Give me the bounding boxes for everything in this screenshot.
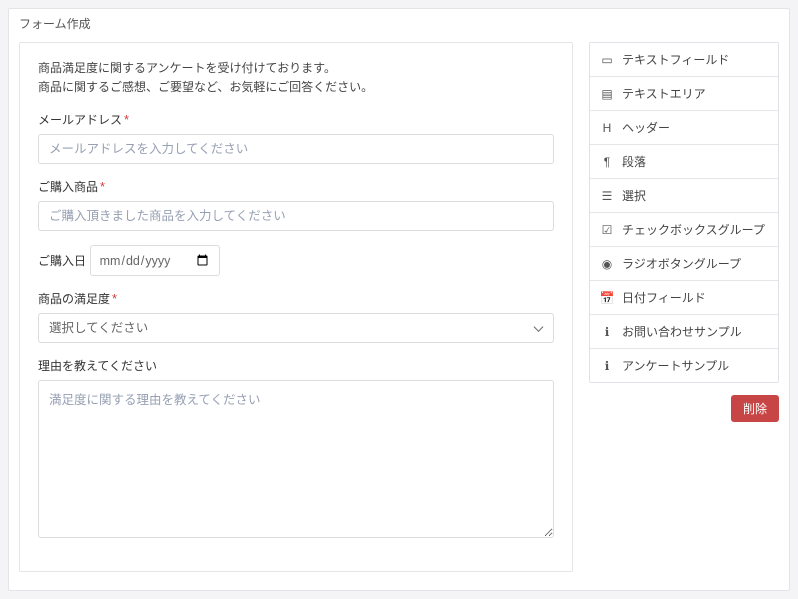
- intro-text: 商品満足度に関するアンケートを受け付けております。 商品に関するご感想、ご要望な…: [38, 59, 554, 97]
- date-input[interactable]: [90, 245, 220, 276]
- tool-item-label: テキストフィールド: [622, 51, 729, 68]
- intro-line-2: 商品に関するご感想、ご要望など、お気軽にご回答ください。: [38, 78, 554, 97]
- tool-item-label: お問い合わせサンプル: [622, 323, 742, 340]
- product-input[interactable]: [38, 201, 554, 231]
- paragraph-icon: ¶: [600, 155, 614, 169]
- required-mark: *: [100, 179, 105, 194]
- tool-item-0[interactable]: ▭ テキストフィールド: [590, 43, 778, 77]
- tool-item-6[interactable]: ◉ ラジオボタングループ: [590, 247, 778, 281]
- form-preview: 商品満足度に関するアンケートを受け付けております。 商品に関するご感想、ご要望な…: [19, 42, 573, 572]
- textarea-icon: ▤: [600, 87, 614, 101]
- tool-item-8[interactable]: ℹ お問い合わせサンプル: [590, 315, 778, 349]
- product-label: ご購入商品: [38, 178, 98, 195]
- select-icon: ☰: [600, 189, 614, 203]
- tool-item-label: ヘッダー: [622, 119, 670, 136]
- text-field-icon: ▭: [600, 53, 614, 67]
- date-icon: 📅: [600, 291, 614, 305]
- tool-item-3[interactable]: ¶ 段落: [590, 145, 778, 179]
- intro-line-1: 商品満足度に関するアンケートを受け付けております。: [38, 59, 554, 78]
- tool-item-label: テキストエリア: [622, 85, 706, 102]
- tool-item-1[interactable]: ▤ テキストエリア: [590, 77, 778, 111]
- tool-item-label: チェックボックスグループ: [622, 221, 765, 238]
- reason-label: 理由を教えてください: [38, 357, 157, 374]
- required-mark: *: [112, 291, 117, 306]
- info-icon: ℹ: [600, 359, 614, 373]
- field-rating: 商品の満足度* 選択してください: [38, 290, 554, 343]
- email-label: メールアドレス: [38, 111, 122, 128]
- field-reason: 理由を教えてください: [38, 357, 554, 541]
- reason-textarea[interactable]: [38, 380, 554, 538]
- email-input[interactable]: [38, 134, 554, 164]
- tool-item-label: 選択: [622, 187, 646, 204]
- tool-item-7[interactable]: 📅 日付フィールド: [590, 281, 778, 315]
- form-builder-panel: フォーム作成 商品満足度に関するアンケートを受け付けております。 商品に関するご…: [8, 8, 790, 591]
- tool-item-5[interactable]: ☑ チェックボックスグループ: [590, 213, 778, 247]
- checkbox-icon: ☑: [600, 223, 614, 237]
- tool-sidebar: ▭ テキストフィールド ▤ テキストエリア H ヘッダー ¶ 段落 ☰ 選択 ☑ チェックボックスグル…: [589, 42, 779, 572]
- info-icon: ℹ: [600, 325, 614, 339]
- delete-button[interactable]: 削除: [731, 395, 779, 422]
- tool-item-label: ラジオボタングループ: [622, 255, 741, 272]
- rating-label: 商品の満足度: [38, 290, 110, 307]
- tool-item-label: アンケートサンプル: [622, 357, 729, 374]
- tool-list: ▭ テキストフィールド ▤ テキストエリア H ヘッダー ¶ 段落 ☰ 選択 ☑ チェックボックスグル…: [589, 42, 779, 383]
- tool-item-4[interactable]: ☰ 選択: [590, 179, 778, 213]
- panel-title: フォーム作成: [9, 9, 789, 42]
- header-icon: H: [600, 121, 614, 135]
- field-product: ご購入商品*: [38, 178, 554, 231]
- tool-item-label: 段落: [622, 153, 646, 170]
- required-mark: *: [124, 112, 129, 127]
- date-label: ご購入日: [38, 252, 86, 269]
- tool-item-label: 日付フィールド: [622, 289, 706, 306]
- rating-select[interactable]: 選択してください: [38, 313, 554, 343]
- radio-icon: ◉: [600, 257, 614, 271]
- tool-item-9[interactable]: ℹ アンケートサンプル: [590, 349, 778, 382]
- tool-item-2[interactable]: H ヘッダー: [590, 111, 778, 145]
- field-date: ご購入日: [38, 245, 554, 276]
- field-email: メールアドレス*: [38, 111, 554, 164]
